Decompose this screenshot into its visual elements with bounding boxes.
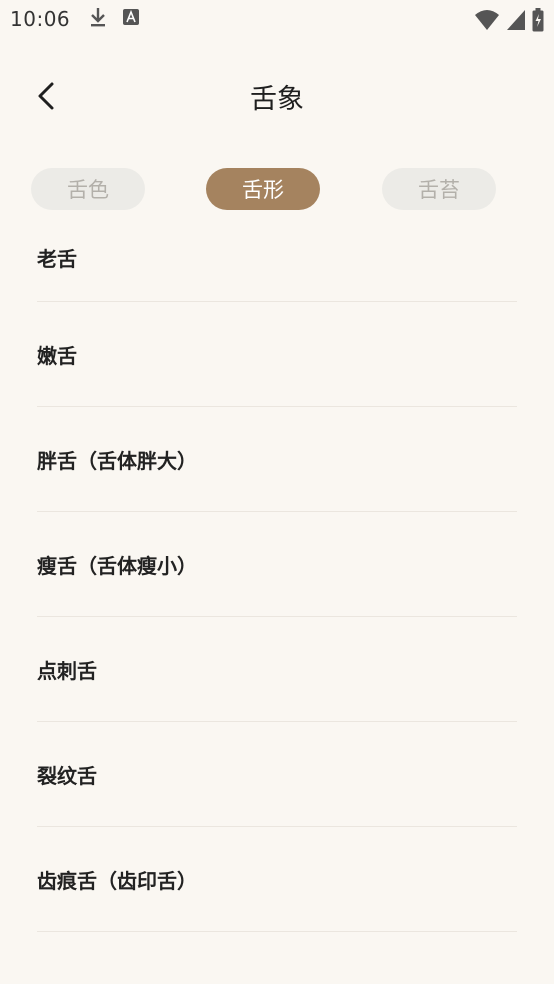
list-item[interactable]: 裂纹舌 (37, 722, 517, 827)
list-item[interactable]: 老舌 (37, 230, 517, 302)
back-button[interactable] (30, 78, 66, 114)
list-item[interactable]: 点刺舌 (37, 617, 517, 722)
page-title: 舌象 (250, 83, 304, 115)
tab-tongue-color[interactable]: 舌色 (31, 168, 145, 210)
list-item-label: 点刺舌 (37, 658, 97, 683)
tab-bar: 舌色 舌形 舌苔 (0, 168, 554, 212)
status-bar: 10:06 (0, 0, 554, 38)
list-item[interactable]: 瘦舌（舌体瘦小） (37, 512, 517, 617)
signal-icon (506, 9, 526, 35)
list-item-label: 瘦舌（舌体瘦小） (37, 553, 197, 578)
list-item-label: 裂纹舌 (37, 763, 97, 788)
battery-icon (532, 8, 544, 36)
status-icons-left (88, 6, 140, 32)
tab-tongue-coating[interactable]: 舌苔 (382, 168, 496, 210)
wifi-icon (474, 9, 500, 35)
tongue-shape-list: 老舌 嫩舌 胖舌（舌体胖大） 瘦舌（舌体瘦小） 点刺舌 裂纹舌 齿痕舌（齿印舌） (37, 230, 517, 932)
list-item[interactable]: 胖舌（舌体胖大） (37, 407, 517, 512)
list-item-label: 老舌 (37, 247, 77, 271)
download-icon (88, 6, 108, 32)
list-item[interactable]: 齿痕舌（齿印舌） (37, 827, 517, 932)
status-time: 10:06 (10, 7, 71, 31)
status-icons-right (474, 8, 544, 36)
text-a-icon (122, 8, 140, 30)
chevron-left-icon (30, 82, 66, 118)
list-item-label: 胖舌（舌体胖大） (37, 448, 197, 473)
list-item[interactable]: 嫩舌 (37, 302, 517, 407)
tab-tongue-shape[interactable]: 舌形 (206, 168, 320, 210)
list-item-label: 嫩舌 (37, 343, 77, 368)
list-item-label: 齿痕舌（齿印舌） (37, 868, 197, 893)
app-header: 舌象 (0, 60, 554, 132)
